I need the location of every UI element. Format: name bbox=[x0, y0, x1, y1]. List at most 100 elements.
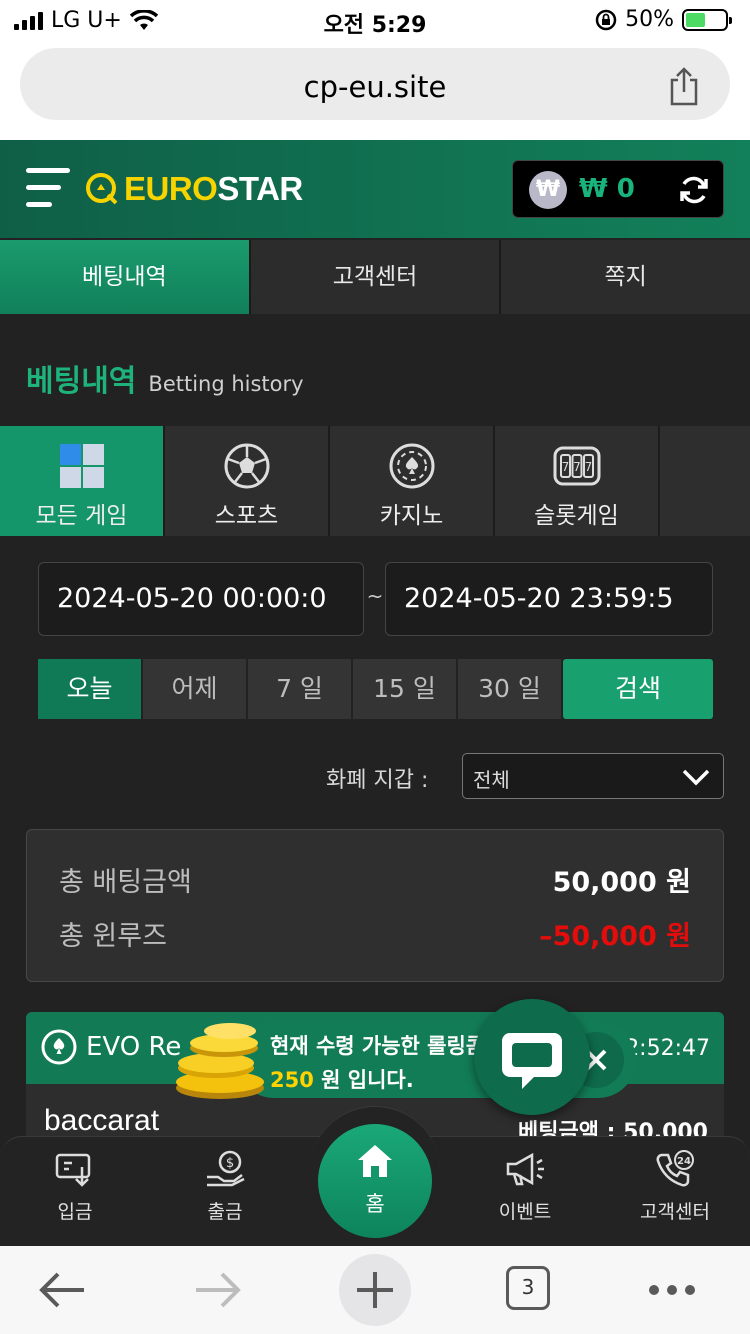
search-button[interactable]: 검색 bbox=[563, 659, 713, 719]
logo-q-icon bbox=[86, 173, 118, 205]
new-tab-button[interactable] bbox=[339, 1254, 411, 1326]
summary-winloss-row: 총 윈루즈 –50,000 원 bbox=[59, 914, 691, 954]
slot-machine-icon: 7 7 7 bbox=[553, 446, 600, 486]
page-subtitle: Betting history bbox=[148, 372, 304, 396]
date-range-separator: ~ bbox=[366, 584, 384, 608]
logo-text-star: STAR bbox=[217, 170, 303, 207]
category-label: 모든 게임 bbox=[35, 503, 128, 529]
total-winloss-label: 총 윈루즈 bbox=[59, 921, 167, 952]
browser-address-area: cp-eu.site bbox=[0, 40, 750, 140]
nav-withdraw[interactable]: $ 출금 bbox=[150, 1137, 300, 1247]
nav-label: 이벤트 bbox=[498, 1201, 552, 1223]
wallet-balance[interactable]: ₩ ₩ 0 bbox=[512, 160, 724, 218]
tab-betting-history[interactable]: 베팅내역 bbox=[0, 240, 251, 314]
battery-icon bbox=[682, 8, 732, 31]
home-icon bbox=[358, 1145, 392, 1177]
bet-provider-title: EVO Re bbox=[86, 1032, 182, 1062]
nav-home[interactable]: 홈 bbox=[318, 1124, 432, 1238]
svg-text:7: 7 bbox=[573, 460, 581, 474]
notification-line1: 현재 수령 가능한 롤링콤 bbox=[270, 1034, 486, 1058]
refresh-icon[interactable] bbox=[677, 173, 711, 207]
betting-summary: 총 배팅금액 50,000 원 총 윈루즈 –50,000 원 bbox=[26, 829, 724, 982]
svg-text:7: 7 bbox=[561, 460, 569, 474]
won-coin-icon: ₩ bbox=[529, 171, 567, 209]
end-date-input[interactable]: 2024-05-20 23:59:5 bbox=[385, 562, 713, 636]
support-24-icon: 24 bbox=[656, 1150, 694, 1187]
currency-wallet-label: 화폐 지갑 : bbox=[326, 768, 429, 793]
period-today-button[interactable]: 오늘 bbox=[38, 659, 141, 719]
share-icon[interactable] bbox=[666, 66, 702, 106]
total-bet-label: 총 배팅금액 bbox=[59, 867, 192, 898]
url-text[interactable]: cp-eu.site bbox=[20, 70, 730, 104]
category-mini[interactable]: 미니 bbox=[660, 426, 750, 536]
period-7days-button[interactable]: 7 일 bbox=[248, 659, 351, 719]
address-bar[interactable]: cp-eu.site bbox=[20, 48, 730, 120]
forward-arrow-icon[interactable] bbox=[186, 1258, 250, 1322]
logo-text-euro: EURO bbox=[124, 170, 218, 207]
nav-events[interactable]: 이벤트 bbox=[450, 1137, 600, 1247]
bet-game-name: baccarat bbox=[44, 1104, 160, 1137]
page-title: 베팅내역 bbox=[26, 364, 137, 399]
section-title: 베팅내역 Betting history bbox=[26, 356, 304, 400]
currency-wallet-select[interactable]: 전체 bbox=[462, 753, 724, 799]
tab-messages[interactable]: 쪽지 bbox=[501, 240, 750, 314]
category-all-games[interactable]: 모든 게임 bbox=[0, 426, 165, 536]
menu-icon[interactable] bbox=[26, 168, 70, 210]
casino-chip-icon bbox=[389, 443, 434, 489]
category-label: 카지노 bbox=[379, 503, 444, 529]
browser-toolbar: 3 bbox=[0, 1246, 750, 1334]
nav-label: 입금 bbox=[57, 1201, 93, 1223]
category-casino[interactable]: 카지노 bbox=[330, 426, 495, 536]
period-yesterday-button[interactable]: 어제 bbox=[143, 659, 246, 719]
gold-coins-icon bbox=[176, 1023, 264, 1099]
tab-count: 3 bbox=[506, 1266, 550, 1310]
currency-select-value: 전체 bbox=[473, 768, 510, 792]
wallet-amount: ₩ 0 bbox=[579, 174, 635, 204]
top-tabs: 베팅내역 고객센터 쪽지 bbox=[0, 240, 750, 314]
all-games-icon bbox=[59, 444, 104, 488]
nav-label: 고객센터 bbox=[640, 1201, 710, 1223]
rolling-amount: 250 bbox=[270, 1068, 314, 1092]
tabs-button[interactable]: 3 bbox=[498, 1260, 558, 1320]
nav-label: 홈 bbox=[365, 1192, 385, 1216]
svg-text:$: $ bbox=[226, 1156, 234, 1171]
category-label: 슬롯게임 bbox=[534, 503, 619, 529]
summary-total-bet-row: 총 배팅금액 50,000 원 bbox=[59, 860, 691, 900]
chat-button[interactable] bbox=[474, 999, 590, 1115]
back-arrow-icon[interactable] bbox=[30, 1258, 94, 1322]
category-slots[interactable]: 7 7 7 슬롯게임 bbox=[495, 426, 660, 536]
megaphone-icon bbox=[506, 1152, 544, 1186]
chevron-down-icon bbox=[682, 769, 710, 786]
logo[interactable]: EURO STAR bbox=[84, 170, 303, 208]
notification-line2-text: 원 입니다. bbox=[313, 1068, 414, 1092]
period-30days-button[interactable]: 30 일 bbox=[458, 659, 561, 719]
casino-chip-icon bbox=[41, 1029, 77, 1065]
period-button-group: 오늘 어제 7 일 15 일 30 일 bbox=[38, 659, 561, 719]
withdraw-icon: $ bbox=[207, 1150, 245, 1187]
more-icon[interactable] bbox=[640, 1258, 704, 1322]
start-date-input[interactable]: 2024-05-20 00:00:0 bbox=[38, 562, 364, 636]
status-bar: LG U+ 오전 5:29 50% bbox=[0, 0, 750, 40]
category-label: 스포츠 bbox=[214, 503, 279, 529]
notification-line2: 250 원 입니다. bbox=[270, 1064, 414, 1094]
game-category-tabs: 모든 게임 스포츠 카지노 7 7 7 슬롯게임 bbox=[0, 426, 750, 536]
status-right: 50% bbox=[595, 7, 732, 32]
site-header: EURO STAR ₩ ₩ 0 bbox=[0, 140, 750, 238]
svg-text:7: 7 bbox=[584, 460, 592, 474]
nav-customer-center[interactable]: 24 고객센터 bbox=[600, 1137, 750, 1247]
period-15days-button[interactable]: 15 일 bbox=[353, 659, 456, 719]
orientation-lock-icon bbox=[595, 9, 617, 30]
nav-deposit[interactable]: 입금 bbox=[0, 1137, 150, 1247]
bet-time: 2:52:47 bbox=[625, 1036, 710, 1061]
nav-label: 출금 bbox=[207, 1201, 243, 1223]
battery-percent: 50% bbox=[625, 7, 674, 32]
svg-text:24: 24 bbox=[677, 1156, 691, 1167]
plus-icon bbox=[357, 1272, 393, 1308]
chat-bubble-icon bbox=[502, 1033, 562, 1089]
total-bet-value: 50,000 원 bbox=[552, 867, 691, 898]
tab-customer-center[interactable]: 고객센터 bbox=[250, 240, 502, 314]
soccer-ball-icon bbox=[224, 443, 269, 489]
deposit-icon bbox=[55, 1153, 91, 1187]
category-sports[interactable]: 스포츠 bbox=[165, 426, 330, 536]
total-winloss-value: –50,000 원 bbox=[539, 921, 691, 952]
